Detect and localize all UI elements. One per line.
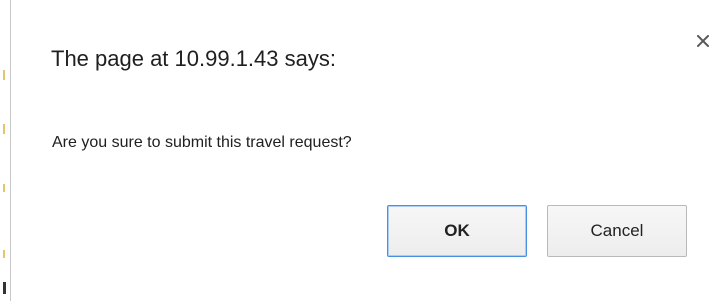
alert-dialog: The page at 10.99.1.43 says: Are you sur… — [10, 0, 722, 301]
dialog-message: Are you sure to submit this travel reque… — [52, 134, 352, 151]
dialog-title: The page at 10.99.1.43 says: — [51, 46, 336, 71]
close-icon — [697, 35, 709, 47]
ok-button[interactable]: OK — [387, 205, 527, 257]
background-page-mark — [3, 70, 5, 80]
background-page-mark — [3, 124, 5, 134]
background-page-edge — [0, 0, 10, 301]
background-page-mark — [3, 184, 5, 192]
background-page-mark — [3, 250, 5, 258]
background-page-mark — [3, 282, 6, 294]
cancel-button[interactable]: Cancel — [547, 205, 687, 257]
close-button[interactable] — [692, 30, 714, 52]
